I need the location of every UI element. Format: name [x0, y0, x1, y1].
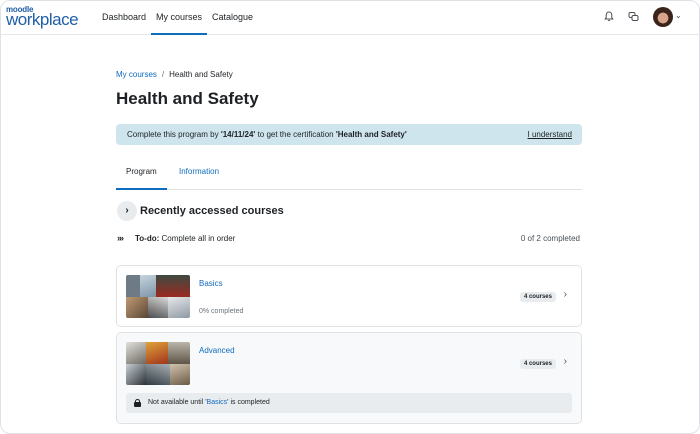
banner-certification: 'Health and Safety' [335, 130, 407, 139]
double-chevron-icon: »» [117, 233, 124, 243]
chevron-right-icon: › [125, 205, 129, 216]
lock-icon [134, 399, 141, 407]
banner-middle: to get the certification [255, 130, 336, 139]
course-thumbnail [126, 342, 190, 385]
nav-catalogue[interactable]: Catalogue [212, 1, 253, 35]
tab-information[interactable]: Information [169, 160, 229, 190]
breadcrumb-separator: / [161, 70, 165, 79]
banner-prefix: Complete this program by [127, 130, 221, 139]
banner-date: '14/11/24' [220, 130, 256, 139]
chevron-down-icon[interactable]: ⌄ [675, 11, 682, 20]
app-window: moodle workplace Dashboard My courses Ca… [0, 0, 700, 434]
restriction-suffix: ' is completed [227, 399, 270, 406]
top-navbar: moodle workplace Dashboard My courses Ca… [1, 1, 699, 35]
banner-message: Complete this program by '14/11/24' to g… [127, 124, 407, 145]
bell-icon[interactable] [602, 11, 616, 25]
breadcrumb-my-courses[interactable]: My courses [116, 70, 157, 79]
todo-progress: 0 of 2 completed [520, 234, 580, 243]
course-link-basics[interactable]: Basics [199, 279, 223, 288]
todo-description: Complete all in order [159, 234, 236, 243]
page-title: Health and Safety [116, 89, 259, 108]
course-thumbnail [126, 275, 190, 318]
breadcrumb-current: Health and Safety [169, 70, 233, 79]
certification-banner: Complete this program by '14/11/24' to g… [116, 124, 582, 145]
restriction-basics-link[interactable]: Basics [207, 399, 228, 406]
course-completion-status: 0% completed [199, 308, 244, 315]
dismiss-banner-link[interactable]: I understand [528, 124, 572, 145]
expand-recent-button[interactable]: › [117, 201, 137, 221]
todo-text: To-do: Complete all in order [135, 234, 235, 243]
course-count-badge: 4 courses [519, 292, 556, 302]
course-count-badge: 4 courses [519, 359, 556, 369]
course-card-advanced[interactable]: Advanced 4 courses › Not available until… [116, 332, 582, 424]
recent-courses-title: Recently accessed courses [140, 205, 284, 217]
breadcrumb: My courses / Health and Safety [116, 70, 233, 79]
tab-program[interactable]: Program [116, 160, 167, 190]
logo-big-text: workplace [6, 10, 79, 29]
chat-icon[interactable] [626, 11, 640, 25]
availability-restriction: Not available until 'Basics' is complete… [126, 393, 572, 413]
moodle-workplace-logo[interactable]: moodle workplace [6, 5, 79, 31]
user-avatar[interactable] [653, 7, 673, 27]
course-card-basics[interactable]: Basics 0% completed 4 courses › [116, 265, 582, 327]
nav-my-courses[interactable]: My courses [151, 1, 208, 35]
nav-dashboard[interactable]: Dashboard [102, 1, 146, 35]
chevron-right-icon[interactable]: › [564, 356, 567, 367]
restriction-text: Not available until 'Basics' is complete… [148, 393, 270, 413]
course-link-advanced[interactable]: Advanced [199, 346, 235, 355]
tab-bar: Program Information [116, 160, 582, 190]
chevron-right-icon[interactable]: › [564, 289, 567, 300]
restriction-prefix: Not available until ' [148, 399, 207, 406]
todo-label: To-do: [135, 234, 160, 243]
